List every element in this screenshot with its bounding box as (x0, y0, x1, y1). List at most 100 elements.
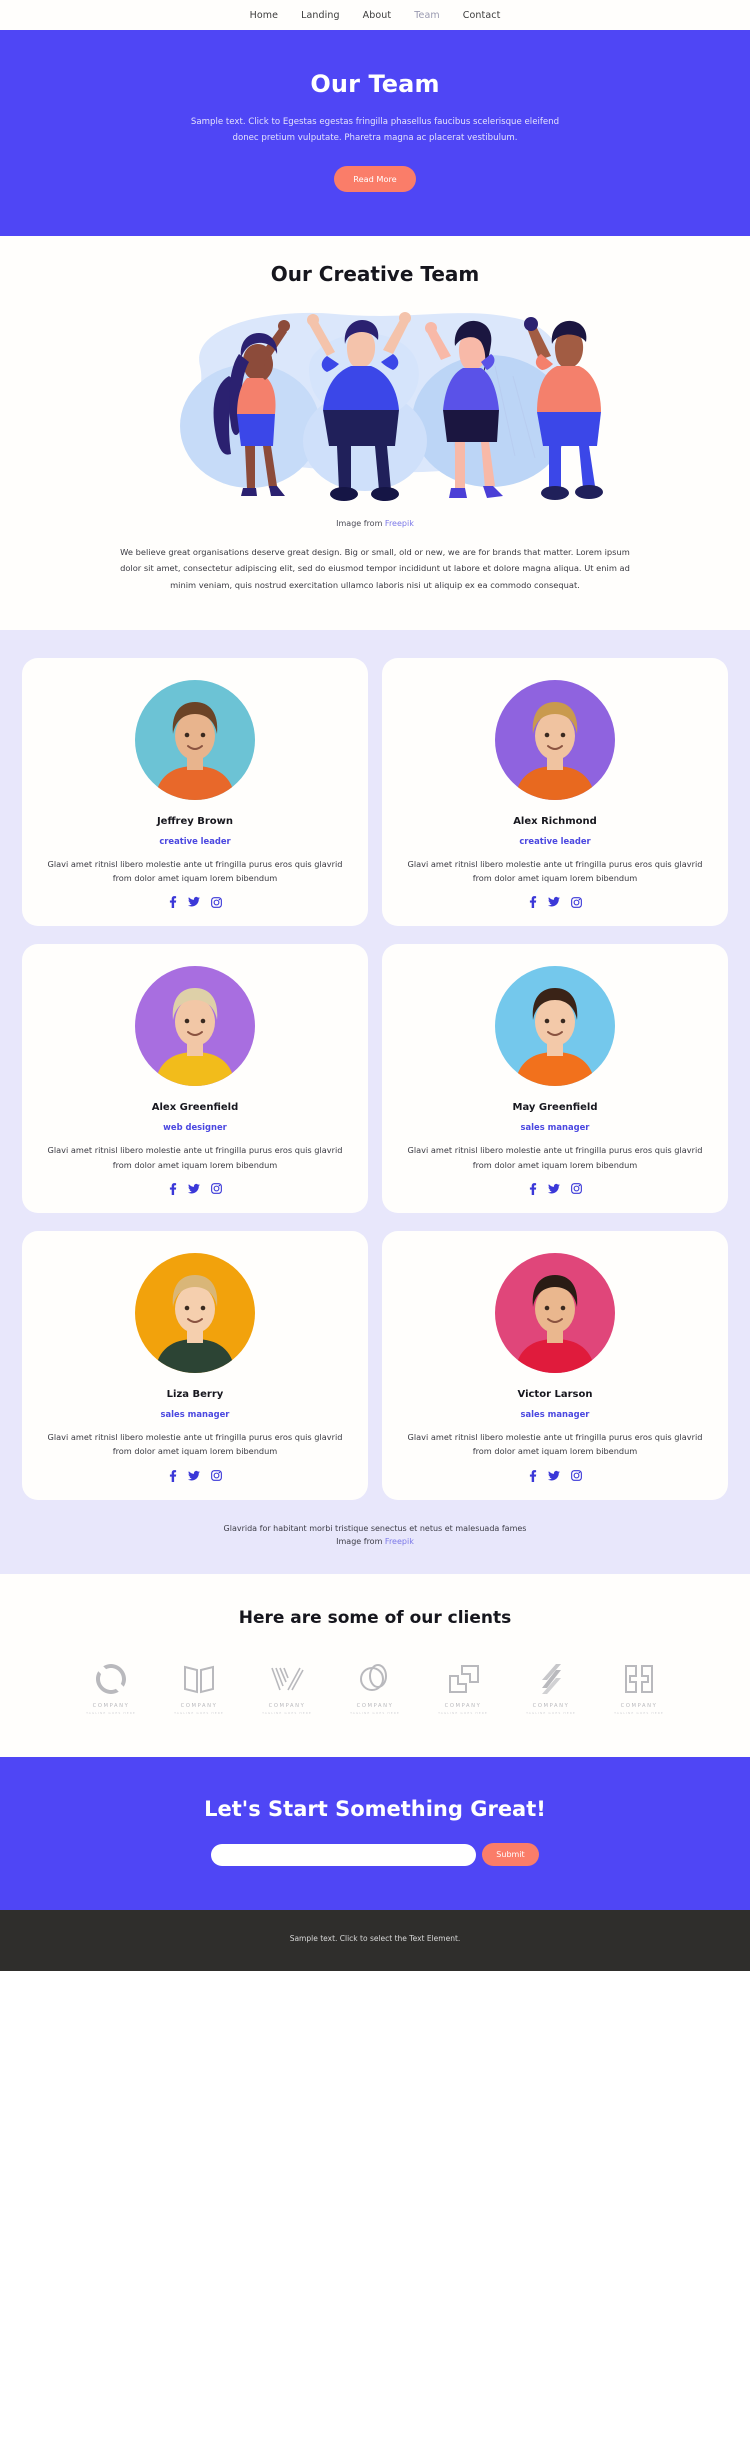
book-mark (164, 1658, 234, 1700)
social-links (38, 1469, 352, 1482)
client-logo: COMPANY TAGLINE GOES HERE (516, 1658, 586, 1715)
twitter-icon[interactable] (188, 1470, 200, 1482)
facebook-icon[interactable] (168, 896, 177, 909)
page-footer: Sample text. Click to select the Text El… (0, 1910, 750, 1971)
team-member-card: May Greenfield sales manager Glavi amet ri… (382, 944, 728, 1213)
instagram-icon[interactable] (211, 896, 222, 908)
team-member-card: Victor Larson sales manager Glavi amet rit… (382, 1230, 728, 1500)
member-name: Alex Greenfield (151, 1102, 239, 1114)
member-role: creative leader (519, 835, 591, 846)
team-members-section: Jeffrey Brown creative leader Glavi amet r… (0, 629, 750, 1574)
clients-title: Here are some of our clients (238, 1608, 512, 1628)
footer-text: Sample text. Click to select the Text El… (289, 1934, 461, 1943)
avatar (135, 1252, 255, 1373)
member-bio: Glavi amet ritnisl libero molestie ante … (47, 1145, 343, 1170)
avatar (495, 679, 615, 800)
member-role: creative leader (159, 835, 231, 846)
team-footer-line: Glavrida for habitant morbi tristique se… (223, 1523, 527, 1533)
chevrons-mark (252, 1658, 322, 1700)
client-name: COMPANY (356, 1703, 394, 1709)
client-logo: COMPANY TAGLINE GOES HERE (340, 1658, 410, 1715)
social-links (398, 1183, 712, 1195)
team-member-card: Liza Berry sales manager Glavi amet ritnis… (22, 1230, 368, 1500)
member-name: Jeffrey Brown (156, 815, 234, 827)
team-illustration (95, 306, 655, 511)
nav-item-team[interactable]: Team (414, 10, 440, 21)
freepik-link[interactable]: Freepik (385, 519, 414, 528)
main-navigation: Home Landing About Team Contact (0, 0, 750, 30)
client-name: COMPANY (92, 1703, 130, 1709)
nav-item-landing[interactable]: Landing (301, 10, 340, 21)
twitter-icon[interactable] (548, 1183, 560, 1195)
client-logo: COMPANY TAGLINE GOES HERE (428, 1658, 498, 1715)
creative-team-title: Our Creative Team (270, 261, 480, 286)
cta-title: Let's Start Something Great! (204, 1797, 546, 1821)
lens-mark (76, 1658, 146, 1700)
member-bio: Glavi amet ritnisl libero molestie ante … (47, 1431, 343, 1457)
cta-section: Let's Start Something Great! Submit (0, 1757, 750, 1910)
avatar (495, 966, 615, 1087)
client-tagline: TAGLINE GOES HERE (526, 1711, 576, 1715)
avatar (135, 966, 255, 1087)
member-name: Alex Richmond (513, 815, 597, 827)
member-bio: Glavi amet ritnisl libero molestie ante … (47, 858, 343, 883)
twitter-icon[interactable] (188, 896, 200, 908)
facebook-icon[interactable] (168, 1183, 177, 1195)
member-name: Liza Berry (166, 1388, 224, 1400)
hero-title: Our Team (310, 70, 440, 98)
client-tagline: TAGLINE GOES HERE (86, 1711, 136, 1715)
submit-button[interactable]: Submit (482, 1843, 539, 1866)
facebook-icon[interactable] (528, 1183, 537, 1195)
social-links (38, 896, 352, 909)
clients-section: Here are some of our clients COMPANY TAGL… (0, 1574, 750, 1757)
twitter-icon[interactable] (548, 1470, 560, 1482)
member-role: sales manager (520, 1122, 590, 1133)
client-tagline: TAGLINE GOES HERE (262, 1711, 312, 1715)
nav-item-about[interactable]: About (363, 10, 392, 21)
facebook-icon[interactable] (528, 896, 537, 909)
social-links (38, 1183, 352, 1195)
twitter-icon[interactable] (188, 1183, 200, 1195)
instagram-icon[interactable] (571, 1183, 582, 1195)
instagram-icon[interactable] (571, 1470, 582, 1482)
team-grid: Jeffrey Brown creative leader Glavi amet r… (22, 657, 728, 1500)
client-logo: COMPANY TAGLINE GOES HERE (164, 1658, 234, 1715)
hero-paragraph: Sample text. Click to Egestas egestas fr… (190, 117, 560, 143)
read-more-button[interactable]: Read More (334, 165, 416, 192)
member-role: sales manager (520, 1408, 590, 1419)
member-bio: Glavi amet ritnisl libero molestie ante … (407, 1431, 703, 1457)
facebook-icon[interactable] (528, 1469, 537, 1482)
client-tagline: TAGLINE GOES HERE (438, 1711, 488, 1715)
illustration-credit: Image from Freepik (0, 519, 750, 528)
client-tagline: TAGLINE GOES HERE (350, 1711, 400, 1715)
nav-item-home[interactable]: Home (250, 10, 278, 21)
team-member-card: Alex Greenfield web designer Glavi amet ri… (22, 944, 368, 1213)
creative-team-paragraph: We believe great organisations deserve g… (120, 546, 630, 590)
email-input[interactable] (211, 1843, 477, 1866)
credit-prefix: Image from (336, 518, 383, 528)
social-links (398, 1469, 712, 1482)
corners-mark (428, 1658, 498, 1700)
instagram-icon[interactable] (211, 1470, 222, 1482)
team-footer-note: Glavrida for habitant morbi tristique se… (22, 1500, 728, 1554)
social-links (398, 896, 712, 909)
subscribe-form: Submit (0, 1843, 750, 1866)
client-logo-row: COMPANY TAGLINE GOES HERE COMPANY TAGLINE G… (0, 1658, 750, 1715)
client-logo: COMPANY TAGLINE GOES HERE (604, 1658, 674, 1715)
team-credit-prefix: Image from (336, 1536, 383, 1546)
freepik-link-team[interactable]: Freepik (385, 1537, 414, 1546)
member-name: May Greenfield (512, 1102, 598, 1114)
facebook-icon[interactable] (168, 1469, 177, 1482)
client-tagline: TAGLINE GOES HERE (174, 1711, 224, 1715)
member-name: Victor Larson (517, 1388, 593, 1400)
client-logo: COMPANY TAGLINE GOES HERE (252, 1658, 322, 1715)
client-logo: COMPANY TAGLINE GOES HERE (76, 1658, 146, 1715)
member-role: sales manager (160, 1408, 230, 1419)
nav-item-contact[interactable]: Contact (463, 10, 501, 21)
team-member-card: Alex Richmond creative leader Glavi amet r… (382, 657, 728, 927)
twitter-icon[interactable] (548, 896, 560, 908)
instagram-icon[interactable] (211, 1183, 222, 1195)
avatar (495, 1252, 615, 1373)
instagram-icon[interactable] (571, 896, 582, 908)
client-name: COMPANY (444, 1703, 482, 1709)
